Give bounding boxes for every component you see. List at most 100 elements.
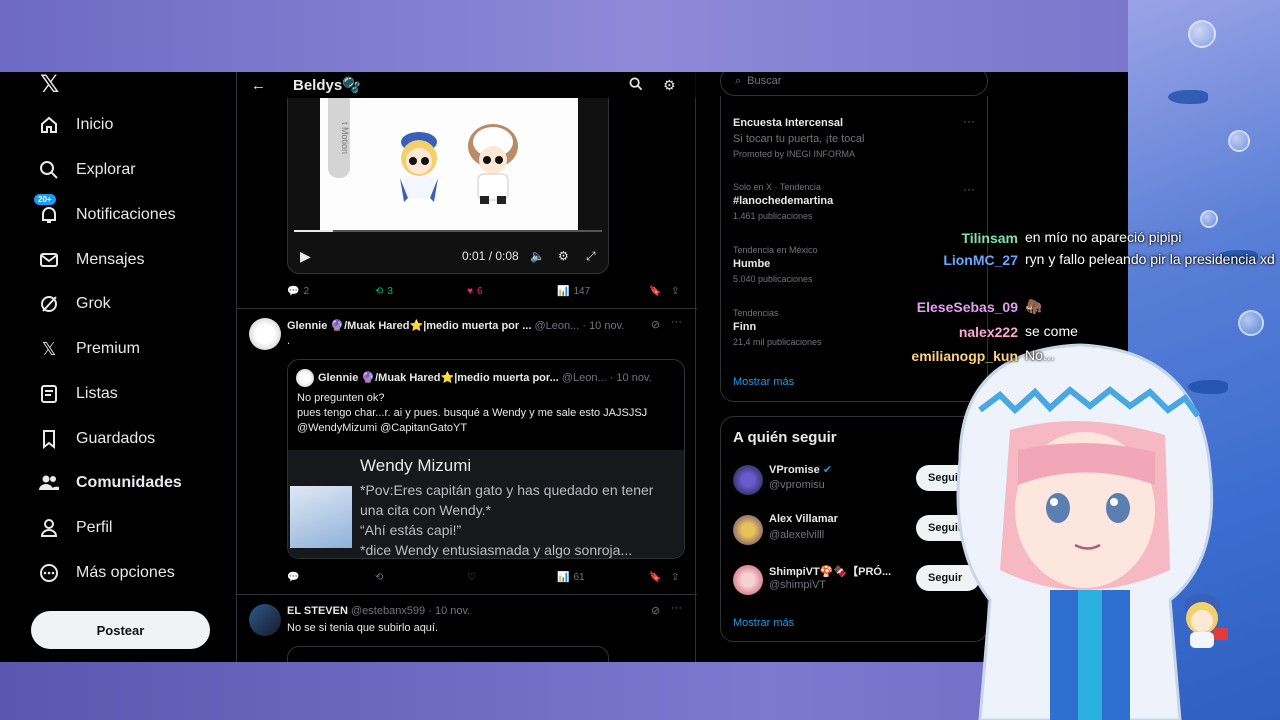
avatar[interactable] bbox=[249, 318, 281, 350]
more-icon[interactable]: ··· bbox=[671, 602, 682, 614]
list-icon bbox=[38, 383, 60, 405]
views-count: 147 bbox=[573, 285, 591, 297]
mail-icon bbox=[38, 249, 60, 271]
x-logo-icon[interactable]: 𝕏 bbox=[40, 72, 59, 99]
tweet-author-handle[interactable]: @estebanx599 bbox=[351, 605, 425, 617]
reply-button[interactable]: 💬 2 bbox=[287, 286, 309, 297]
x-premium-icon: 𝕏 bbox=[41, 338, 57, 359]
grok-icon[interactable]: ⊘ bbox=[651, 604, 660, 617]
trend-item[interactable]: Solo en X · Tendencia #lanochedemartina … bbox=[733, 182, 833, 221]
show-more-link[interactable]: Mostrar más bbox=[733, 617, 794, 629]
video-progress-fill bbox=[294, 230, 333, 232]
video-progress-bar[interactable] bbox=[294, 230, 602, 232]
tweet-header: Glennie 🔮/Muak Hared⭐|medio muerta por .… bbox=[287, 319, 624, 332]
nav-item-guardados[interactable]: Guardados bbox=[38, 428, 155, 450]
play-icon[interactable]: ▶ bbox=[300, 248, 311, 265]
reply-icon[interactable]: 💬 bbox=[287, 572, 299, 583]
card-title: Wendy Mizumi bbox=[360, 456, 472, 475]
avatar bbox=[733, 465, 763, 495]
more-options-icon bbox=[38, 562, 60, 584]
quote-line: No pregunten ok? bbox=[297, 392, 385, 404]
nav-label: Inicio bbox=[76, 116, 114, 133]
post-button[interactable]: Postear bbox=[31, 611, 210, 649]
volume-icon[interactable]: 🔈 bbox=[530, 249, 545, 263]
nav-item-mas-opciones[interactable]: Más opciones bbox=[38, 562, 175, 584]
search-icon bbox=[38, 159, 60, 181]
tweet-author-name[interactable]: Glennie 🔮/Muak Hared⭐|medio muerta por .… bbox=[287, 320, 531, 332]
views-button[interactable]: 📊 61 bbox=[557, 572, 585, 583]
retweet-icon[interactable]: ⟲ bbox=[375, 572, 383, 583]
settings-icon[interactable]: ⚙ bbox=[663, 77, 676, 94]
card-thumbnail-image bbox=[290, 486, 352, 548]
chat-username: Tilinsam bbox=[961, 230, 1018, 246]
nav-item-explorar[interactable]: Explorar bbox=[38, 159, 136, 181]
show-more-link[interactable]: Mostrar más bbox=[733, 376, 794, 388]
back-arrow-icon[interactable]: ← bbox=[251, 77, 266, 94]
like-button[interactable]: ♥ 6 bbox=[467, 286, 483, 297]
chibi-character-image bbox=[468, 124, 518, 204]
video-settings-icon[interactable]: ⚙ bbox=[558, 249, 569, 263]
quote-author-handle: @Leon... bbox=[561, 372, 607, 384]
trend-promoted: Promoted by INEGI INFORMA bbox=[733, 149, 856, 159]
video-player[interactable]: t Motion ▶ 0:01 / 0:08 🔈 ⚙ ⤢ bbox=[287, 98, 609, 274]
search-icon[interactable] bbox=[629, 77, 643, 94]
nav-item-inicio[interactable]: Inicio bbox=[38, 114, 113, 136]
video-controls: ▶ 0:01 / 0:08 🔈 ⚙ ⤢ bbox=[288, 244, 608, 268]
trend-item[interactable]: Encuesta Intercensal Si tocan tu puerta,… bbox=[733, 114, 864, 159]
avatar bbox=[296, 369, 314, 387]
nav-item-mensajes[interactable]: Mensajes bbox=[38, 249, 144, 271]
views-button[interactable]: 📊 147 bbox=[557, 286, 590, 297]
chat-username: EleseSebas_09 bbox=[916, 299, 1018, 315]
tweet-author-name[interactable]: EL STEVEN bbox=[287, 605, 348, 617]
divider bbox=[237, 308, 697, 309]
chat-text: se come bbox=[1025, 323, 1078, 339]
communities-icon bbox=[38, 472, 60, 494]
tweet-author-handle[interactable]: @Leon... bbox=[534, 320, 579, 332]
grok-icon[interactable]: ⊘ bbox=[651, 318, 660, 331]
nav-label: Perfil bbox=[76, 519, 113, 536]
bookmark-icon[interactable]: 🔖 bbox=[649, 572, 661, 583]
nav-item-grok[interactable]: Grok bbox=[38, 293, 111, 315]
nav-label: Notificaciones bbox=[76, 206, 176, 223]
retweet-icon: ⟲ bbox=[375, 285, 384, 297]
embedded-media[interactable] bbox=[287, 646, 609, 662]
share-icon[interactable]: ⇪ bbox=[671, 572, 679, 583]
trend-count: 21,4 mil publicaciones bbox=[733, 337, 822, 347]
bookmark-icon[interactable]: 🔖 bbox=[649, 286, 661, 297]
search-input[interactable]: ⌕ Buscar bbox=[720, 72, 988, 96]
quote-mentions[interactable]: @WendyMizumi @CapitanGatoYT bbox=[297, 421, 467, 436]
trend-item[interactable]: Tendencias Finn 21,4 mil publicaciones bbox=[733, 308, 822, 347]
quoted-tweet[interactable]: Glennie 🔮/Muak Hared⭐|medio muerta por..… bbox=[287, 359, 685, 559]
tweet-date[interactable]: · 10 nov. bbox=[428, 605, 470, 617]
fullscreen-icon[interactable]: ⤢ bbox=[586, 249, 596, 264]
retweet-button[interactable]: ⟲ 3 bbox=[375, 286, 393, 297]
more-icon[interactable]: ··· bbox=[671, 316, 682, 328]
trend-item[interactable]: Tendencia en México Humbe 5.040 publicac… bbox=[733, 245, 818, 284]
nav-item-notificaciones[interactable]: 20+ Notificaciones bbox=[34, 194, 176, 226]
retweet-count: 3 bbox=[387, 285, 393, 297]
tweet-actions: 💬 ⟲ ♡ 📊 61 🔖 ⇪ bbox=[287, 570, 687, 584]
fish-decoration bbox=[1168, 90, 1208, 104]
nav-item-comunidades[interactable]: Comunidades bbox=[38, 472, 182, 494]
chat-message: EleseSebas_09 🦣 bbox=[900, 298, 1275, 321]
avatar bbox=[733, 515, 763, 545]
heart-icon[interactable]: ♡ bbox=[467, 572, 476, 583]
more-icon[interactable]: ··· bbox=[963, 182, 975, 196]
bubble-decoration bbox=[1228, 130, 1250, 152]
trend-name: Encuesta Intercensal bbox=[733, 117, 844, 129]
more-icon[interactable]: ··· bbox=[963, 114, 975, 128]
share-icon[interactable]: ⇪ bbox=[671, 286, 679, 297]
link-card[interactable]: Wendy Mizumi *Pov:Eres capitán gato y ha… bbox=[288, 450, 684, 558]
tweet-date[interactable]: · 10 nov. bbox=[582, 320, 624, 332]
nav-item-perfil[interactable]: Perfil bbox=[38, 517, 112, 539]
nav-item-premium[interactable]: 𝕏 Premium bbox=[38, 338, 140, 360]
bookmark-icon bbox=[38, 428, 60, 450]
quote-date: · 10 nov. bbox=[609, 372, 652, 384]
nav-item-listas[interactable]: Listas bbox=[38, 383, 118, 405]
chat-text: No... bbox=[1025, 347, 1055, 363]
views-icon: 📊 bbox=[557, 285, 570, 297]
quote-header: Glennie 🔮/Muak Hared⭐|medio muerta por..… bbox=[318, 371, 652, 384]
trend-category: Tendencias bbox=[733, 308, 779, 318]
avatar[interactable] bbox=[249, 604, 281, 636]
stream-frame-top bbox=[0, 0, 1280, 72]
